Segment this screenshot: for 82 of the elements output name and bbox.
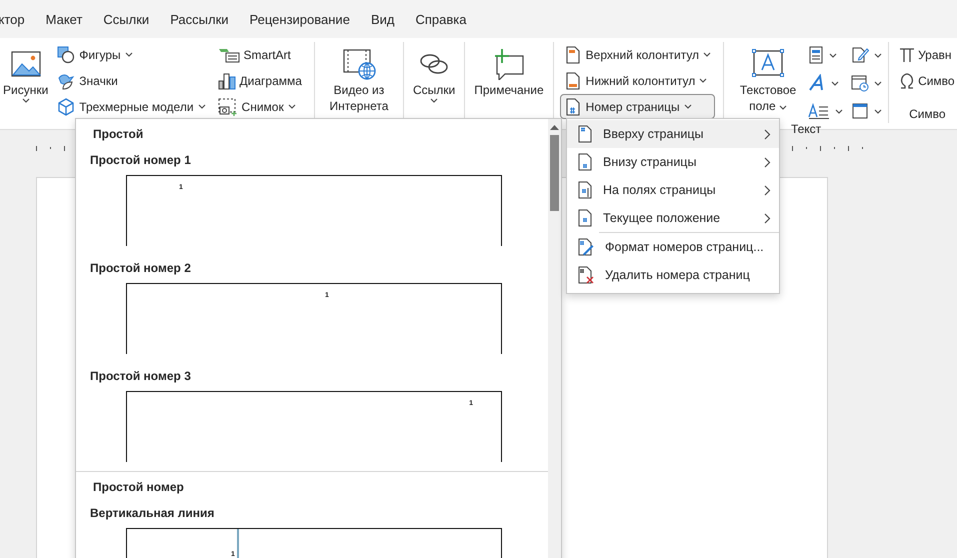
ribbon-tab[interactable]: Вид bbox=[360, 8, 405, 30]
cube-icon bbox=[57, 98, 76, 116]
scroll-up-icon[interactable] bbox=[549, 123, 560, 131]
screenshot-icon bbox=[218, 98, 238, 116]
chevron-right-icon bbox=[764, 184, 771, 196]
menu-item[interactable]: Формат номеров страниц... bbox=[567, 233, 779, 261]
ribbon-button[interactable]: Верхний колонтитул bbox=[560, 42, 716, 67]
caret-icon bbox=[829, 52, 838, 58]
chevron-right-icon bbox=[764, 128, 771, 140]
chevron-right-icon bbox=[764, 156, 771, 168]
ribbon-button[interactable]: Значки bbox=[53, 68, 210, 93]
caret-icon bbox=[874, 80, 882, 86]
ribbon-button[interactable]: Видео из Интернета bbox=[320, 42, 397, 114]
ribbon-button[interactable]: Уравн bbox=[895, 42, 957, 67]
ribbon-button[interactable]: Фигуры bbox=[53, 42, 210, 67]
gallery-item-title: Простой номер 1 bbox=[90, 153, 192, 169]
menu-item[interactable]: Удалить номера страниц bbox=[567, 261, 779, 289]
ribbon-button[interactable]: SmartArt bbox=[214, 42, 306, 67]
page-number-delete-icon bbox=[577, 266, 595, 284]
caret-icon bbox=[835, 108, 844, 114]
object-frame-icon bbox=[851, 102, 870, 120]
chevron-right-icon bbox=[764, 212, 771, 224]
caret-icon bbox=[831, 80, 840, 86]
ribbon-tab[interactable]: Справка bbox=[404, 8, 477, 30]
page-number-top-icon bbox=[577, 125, 593, 143]
ribbon-tab[interactable]: Макет bbox=[35, 8, 93, 30]
ribbon-tab[interactable]: Ссылки bbox=[92, 8, 160, 30]
page-number-pencil-icon bbox=[577, 238, 595, 256]
group-label: Симво bbox=[909, 107, 946, 123]
caret-icon bbox=[288, 104, 296, 109]
shapes-icon bbox=[57, 46, 76, 64]
caret-icon bbox=[124, 52, 133, 57]
page-header-icon bbox=[564, 46, 582, 64]
caret-icon bbox=[703, 52, 712, 57]
page-number-margin-icon bbox=[577, 181, 593, 199]
caret-icon bbox=[779, 105, 788, 110]
caret-icon bbox=[874, 52, 882, 58]
page-number-cursor-icon bbox=[577, 209, 593, 227]
caret-icon bbox=[430, 98, 438, 103]
ribbon-button[interactable]: Примечание bbox=[471, 42, 547, 107]
ribbon-button[interactable]: Ссылки bbox=[410, 42, 458, 107]
page-footer-icon bbox=[564, 72, 582, 90]
ribbon-button[interactable]: Рисунки bbox=[0, 42, 52, 119]
ribbon-button[interactable]: Симво bbox=[895, 68, 957, 93]
menu-item[interactable]: Внизу страницы bbox=[567, 148, 779, 176]
caret-icon bbox=[699, 78, 708, 83]
scrollbar[interactable] bbox=[548, 119, 561, 558]
pen-page-icon bbox=[851, 46, 870, 64]
caret-icon bbox=[684, 104, 692, 109]
film-globe-icon bbox=[342, 48, 376, 80]
ribbon-button[interactable]: Трехмерные модели bbox=[53, 94, 210, 119]
pi-icon bbox=[898, 46, 916, 64]
gallery-heading: Простой номер bbox=[92, 479, 185, 496]
ribbon-button[interactable]: Снимок bbox=[214, 94, 306, 119]
gallery-item-title: Простой номер 3 bbox=[90, 369, 192, 385]
ribbon-tab[interactable]: Рассылки bbox=[160, 8, 240, 30]
ribbon-button[interactable]: Диаграмма bbox=[214, 68, 306, 93]
drop-cap-icon bbox=[808, 103, 830, 119]
menu-item[interactable]: Вверху страницы bbox=[567, 120, 779, 148]
page-number-bottom-icon bbox=[577, 153, 593, 171]
bar-chart-icon bbox=[218, 72, 236, 90]
ribbon-button[interactable]: Номер страницы bbox=[560, 94, 716, 119]
caret-icon bbox=[874, 108, 882, 114]
gallery-item-title: Вертикальная линия bbox=[90, 506, 216, 522]
group-label: Текст bbox=[790, 122, 822, 136]
bird-leaf-icon bbox=[57, 72, 76, 90]
scroll-thumb[interactable] bbox=[550, 135, 559, 211]
caret-icon bbox=[198, 104, 206, 109]
comment-plus-icon bbox=[492, 48, 525, 80]
diagram-icon bbox=[218, 46, 240, 62]
image-icon bbox=[10, 51, 41, 77]
document-part-icon bbox=[808, 46, 824, 64]
ribbon-button[interactable]: Нижний колонтитул bbox=[560, 68, 716, 93]
menu-item[interactable]: Текущее положение bbox=[567, 204, 779, 232]
gallery-heading: Простой bbox=[92, 126, 144, 143]
text-box-icon bbox=[752, 49, 784, 79]
page-number-icon bbox=[564, 98, 582, 116]
menu-item[interactable]: На полях страницы bbox=[567, 176, 779, 204]
calendar-clock-icon bbox=[851, 74, 870, 92]
gallery-item-title: Простой номер 2 bbox=[90, 261, 192, 277]
ribbon-tab[interactable]: Рецензирование bbox=[239, 8, 360, 30]
caret-icon bbox=[22, 98, 30, 103]
